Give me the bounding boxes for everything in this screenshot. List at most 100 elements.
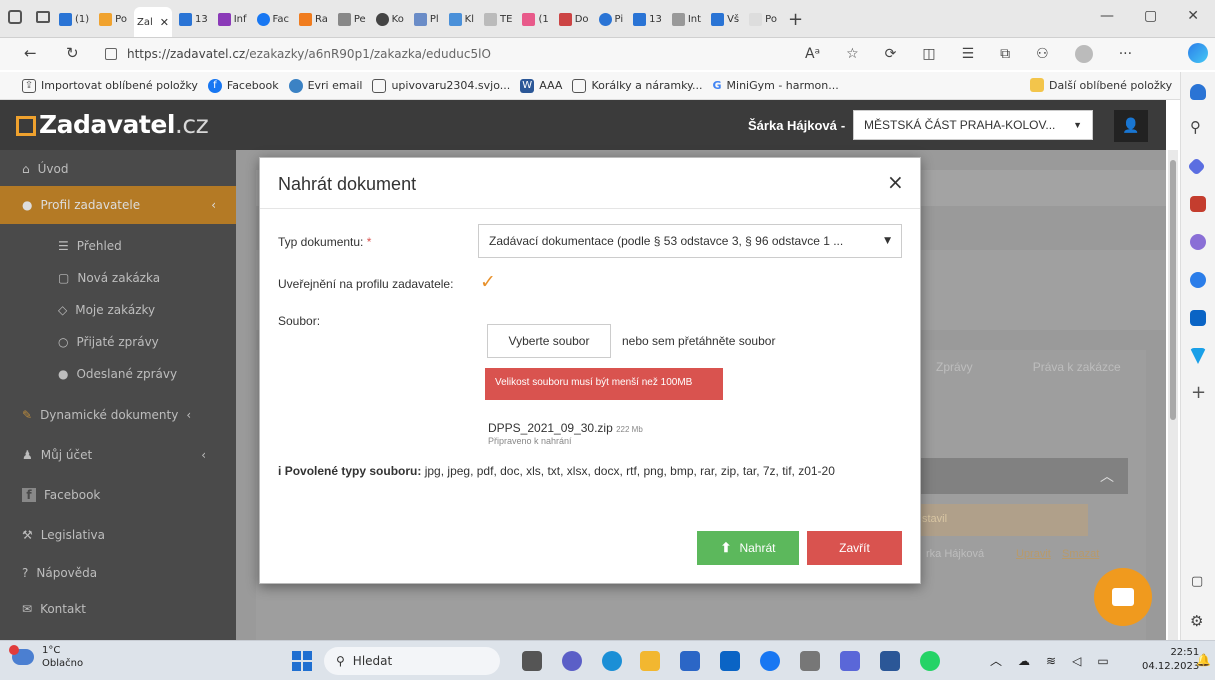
tab[interactable]: Fac xyxy=(254,6,292,32)
notifications-icon[interactable] xyxy=(1190,84,1206,100)
refresh-icon[interactable]: ↻ xyxy=(66,44,79,62)
drop-icon[interactable] xyxy=(1190,348,1206,364)
chevron-up-icon[interactable]: ︿ xyxy=(1100,466,1114,486)
close-dialog-button[interactable]: Zavřít xyxy=(807,531,902,565)
tab[interactable]: Po xyxy=(746,6,780,32)
tab[interactable]: (1) xyxy=(56,6,92,32)
published-checkbox[interactable]: ✓ xyxy=(480,271,496,293)
favorites-icon[interactable]: ☰ xyxy=(962,46,975,62)
battery-icon[interactable]: ▭ xyxy=(1097,654,1108,668)
taskbar-search[interactable]: ⚲ Hledat xyxy=(324,647,500,675)
sidebar-item-napoveda[interactable]: ? Nápověda xyxy=(0,554,236,592)
sidebar-item-dynamicke[interactable]: ✎ Dynamické dokumenty ‹ xyxy=(0,396,236,434)
tab[interactable]: Po xyxy=(96,6,130,32)
close-icon[interactable]: × xyxy=(887,170,904,194)
favorite-star-icon[interactable]: ☆ xyxy=(846,46,859,62)
sidebar-settings-icon[interactable]: ⚙ xyxy=(1190,612,1203,630)
mail-icon[interactable] xyxy=(720,651,740,671)
extensions-icon[interactable]: ⟳ xyxy=(885,46,897,62)
site-logo[interactable]: Zadavatel .cz xyxy=(16,110,209,139)
tab[interactable]: Do xyxy=(556,6,592,32)
sidebar-item-moje-zakazky[interactable]: ◇ Moje zakázky xyxy=(0,294,236,326)
teams-icon[interactable] xyxy=(562,651,582,671)
tab[interactable]: Ko xyxy=(373,6,407,32)
tab[interactable]: Int xyxy=(669,6,704,32)
tab[interactable]: Pe xyxy=(335,6,369,32)
search-icon[interactable]: ⚲ xyxy=(1190,118,1201,136)
minimize-icon[interactable]: — xyxy=(1100,8,1114,24)
sidebar-item-ucet[interactable]: ♟ Můj účet ‹ xyxy=(0,436,236,474)
more-icon[interactable]: ··· xyxy=(1119,46,1132,62)
start-icon[interactable] xyxy=(292,651,312,671)
outlook-icon[interactable] xyxy=(1190,310,1206,326)
collections-icon[interactable]: ⧉ xyxy=(1000,46,1010,62)
bg-row-delete-link[interactable]: Smazat xyxy=(1062,548,1099,560)
weather-widget[interactable]: 1°C Oblačno xyxy=(9,644,83,670)
sidebar-item-prehled[interactable]: ☰ Přehled xyxy=(0,230,236,262)
favorite-item[interactable]: f Facebook xyxy=(207,78,279,93)
tab[interactable]: Vš xyxy=(708,6,742,32)
favorite-item[interactable]: G MiniGym - harmon... xyxy=(712,79,838,92)
tab[interactable]: 13 xyxy=(176,6,211,32)
other-favorites[interactable]: Další oblíbené položky xyxy=(1030,78,1172,92)
sidebar-item-legislativa[interactable]: ⚒ Legislativa xyxy=(0,516,236,554)
sidebar-layout-icon[interactable]: ▢ xyxy=(1191,574,1203,589)
favorite-item[interactable]: Korálky a náramky... xyxy=(572,78,702,93)
microsoft365-icon[interactable] xyxy=(1190,272,1206,288)
store-icon[interactable] xyxy=(680,651,700,671)
facebook-icon[interactable] xyxy=(760,651,780,671)
workspaces-icon[interactable] xyxy=(8,10,22,24)
tab[interactable]: Pl xyxy=(411,6,442,32)
url-field[interactable]: https://zadavatel.cz/ezakazky/a6nR90p1/z… xyxy=(105,42,875,66)
notification-bell-icon[interactable]: 🔔 xyxy=(1196,653,1211,667)
clock[interactable]: 22:51 04.12.2023 xyxy=(1142,646,1199,674)
tab[interactable]: Pi xyxy=(596,6,627,32)
wifi-icon[interactable]: ≋ xyxy=(1046,654,1056,668)
tab[interactable]: Ra xyxy=(296,6,331,32)
app-icon[interactable] xyxy=(800,651,820,671)
tab[interactable]: TE xyxy=(481,6,515,32)
favorite-item[interactable]: W AAA xyxy=(520,78,562,93)
add-sidebar-app-icon[interactable]: + xyxy=(1191,382,1206,403)
sidebar-item-prijate[interactable]: ○ Přijaté zprávy xyxy=(0,326,236,358)
bg-row-edit-link[interactable]: Upravit xyxy=(1016,548,1051,560)
read-aloud-icon[interactable]: Aᵃ xyxy=(805,46,820,62)
edge-icon[interactable] xyxy=(602,651,622,671)
tab[interactable]: 13 xyxy=(630,6,665,32)
word-icon[interactable] xyxy=(880,651,900,671)
tab-active[interactable]: Zal ✕ xyxy=(133,7,172,37)
onedrive-icon[interactable]: ☁ xyxy=(1018,654,1030,668)
maximize-icon[interactable]: ▢ xyxy=(1144,8,1157,24)
doc-type-select[interactable]: Zadávací dokumentace (podle § 53 odstavc… xyxy=(478,224,902,258)
favorite-item[interactable]: Evri email xyxy=(288,78,362,93)
copilot-icon[interactable] xyxy=(1188,43,1208,63)
tab[interactable]: Kl xyxy=(446,6,477,32)
user-menu-button[interactable]: 👤 xyxy=(1114,110,1148,142)
sidebar-item-odeslane[interactable]: ● Odeslané zprávy xyxy=(0,358,236,390)
task-view-icon[interactable] xyxy=(522,651,542,671)
whatsapp-icon[interactable] xyxy=(920,651,940,671)
favorite-item[interactable]: upivovaru2304.svjo... xyxy=(372,78,510,93)
favorite-item[interactable]: ⇪ Importovat oblíbené položky xyxy=(22,78,198,93)
app-icon[interactable] xyxy=(840,651,860,671)
sidebar-item-kontakt[interactable]: ✉ Kontakt xyxy=(0,590,236,628)
bg-tab[interactable]: Práva k zakázce xyxy=(1033,360,1121,374)
tab-close-icon[interactable]: ✕ xyxy=(160,16,169,29)
games-icon[interactable] xyxy=(1190,234,1206,250)
close-window-icon[interactable]: ✕ xyxy=(1187,8,1199,24)
new-tab-icon[interactable]: + xyxy=(788,9,803,30)
tab[interactable]: Inf xyxy=(215,6,250,32)
performance-icon[interactable]: ⚇ xyxy=(1036,46,1049,62)
volume-icon[interactable]: ◁ xyxy=(1072,654,1081,668)
tools-icon[interactable] xyxy=(1190,196,1206,212)
sidebar-item-nova-zakazka[interactable]: ▢ Nová zakázka xyxy=(0,262,236,294)
split-screen-icon[interactable]: ◫ xyxy=(922,46,935,62)
profile-avatar-icon[interactable] xyxy=(1074,45,1093,63)
scrollbar-thumb[interactable] xyxy=(1170,160,1176,420)
back-icon[interactable]: ← xyxy=(24,44,37,62)
sidebar-item-facebook[interactable]: f Facebook xyxy=(0,476,236,514)
shopping-icon[interactable] xyxy=(1187,157,1206,176)
upload-button[interactable]: ⬆ Nahrát xyxy=(697,531,799,565)
tray-expand-icon[interactable]: ︿ xyxy=(990,652,1002,669)
file-explorer-icon[interactable] xyxy=(640,651,660,671)
